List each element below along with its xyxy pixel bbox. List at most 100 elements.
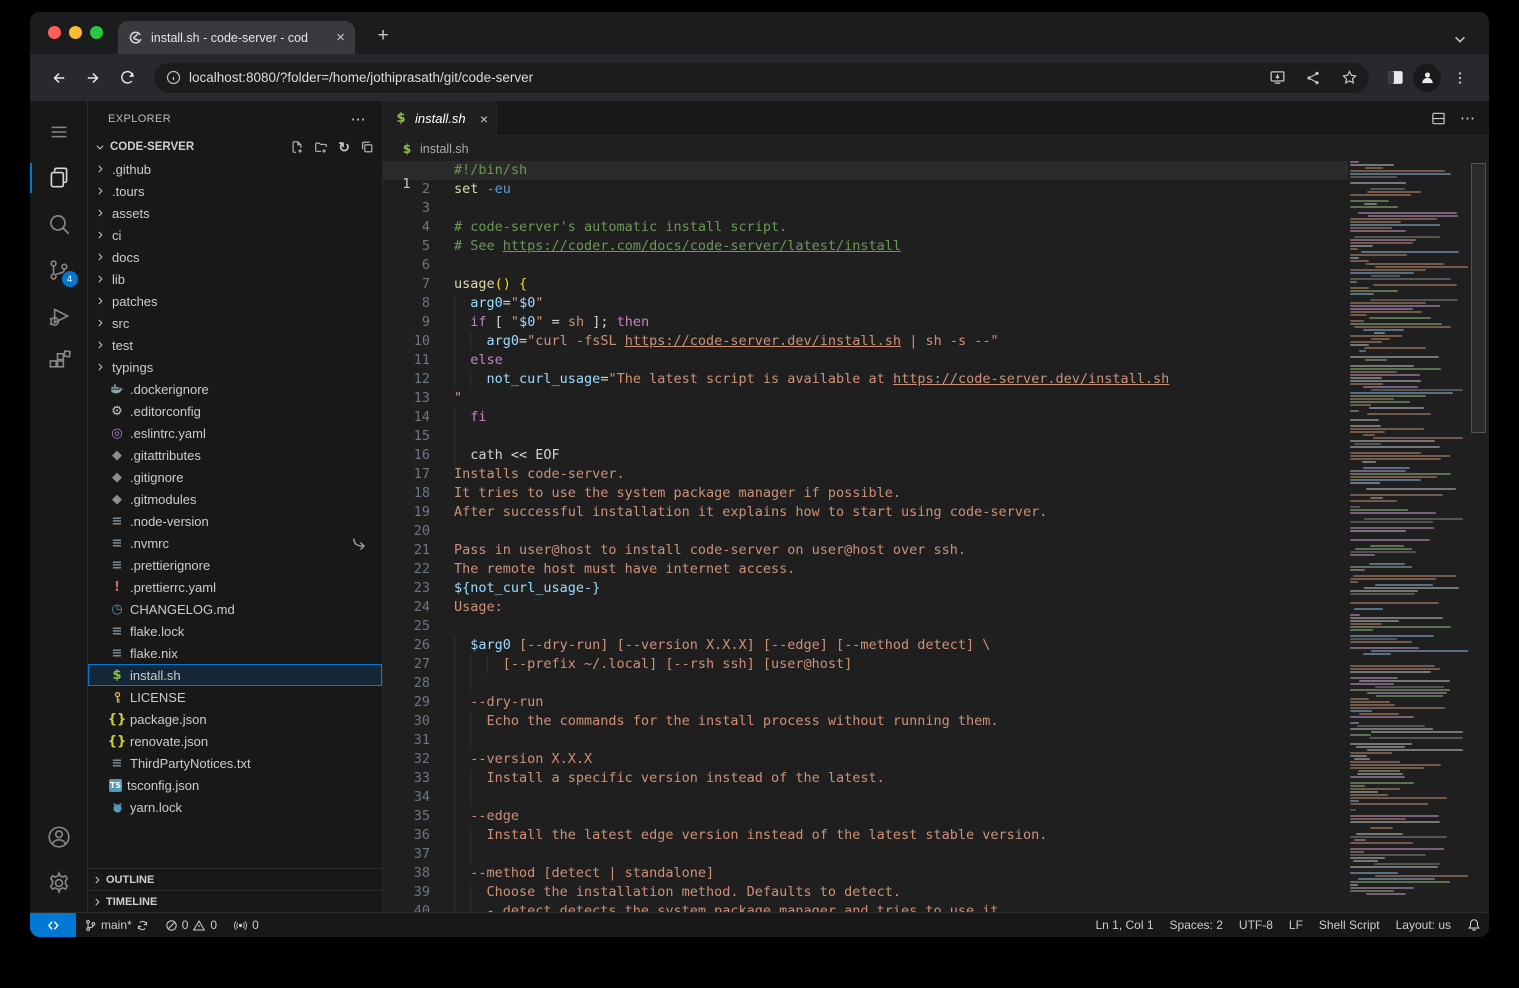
zoom-window-button[interactable]	[90, 26, 103, 39]
code-line-33[interactable]: 33 Install a specific version instead of…	[383, 769, 1348, 788]
notifications-bell-icon[interactable]	[1459, 913, 1489, 937]
tree-item-.editorconfig[interactable]: ⚙.editorconfig	[88, 400, 382, 422]
code-line-15[interactable]: 15	[383, 427, 1348, 446]
code-line-9[interactable]: 9 if [ "$0" = sh ]; then	[383, 313, 1348, 332]
encoding-status[interactable]: UTF-8	[1231, 913, 1281, 937]
cursor-position-status[interactable]: Ln 1, Col 1	[1087, 913, 1161, 937]
keyboard-layout-status[interactable]: Layout: us	[1388, 913, 1459, 937]
install-app-icon[interactable]	[1263, 64, 1291, 92]
explorer-more-icon[interactable]: ⋯	[351, 110, 366, 128]
source-control-activity-icon[interactable]: 4	[30, 247, 88, 293]
code-line-38[interactable]: 38 --method [detect | standalone]	[383, 864, 1348, 883]
tree-item-flake.lock[interactable]: ≡flake.lock	[88, 620, 382, 642]
tab-search-chevron-icon[interactable]	[1453, 32, 1467, 46]
code-line-7[interactable]: 7usage() {	[383, 275, 1348, 294]
settings-gear-icon[interactable]	[30, 860, 88, 906]
close-window-button[interactable]	[48, 26, 61, 39]
language-mode-status[interactable]: Shell Script	[1311, 913, 1388, 937]
code-line-28[interactable]: 28	[383, 674, 1348, 693]
code-line-21[interactable]: 21Pass in user@host to install code-serv…	[383, 541, 1348, 560]
code-line-8[interactable]: 8 arg0="$0"	[383, 294, 1348, 313]
code-line-25[interactable]: 25	[383, 617, 1348, 636]
code-line-6[interactable]: 6	[383, 256, 1348, 275]
tree-item-.gitignore[interactable]: ◆.gitignore	[88, 466, 382, 488]
code-line-18[interactable]: 18It tries to use the system package man…	[383, 484, 1348, 503]
code-line-23[interactable]: 23${not_curl_usage-}	[383, 579, 1348, 598]
address-bar[interactable]: localhost:8080/?folder=/home/jothiprasat…	[154, 63, 1369, 93]
browser-menu-kebab-icon[interactable]	[1445, 63, 1475, 93]
new-file-icon[interactable]	[290, 140, 304, 154]
code-line-27[interactable]: 27 [--prefix ~/.local] [--rsh ssh] [user…	[383, 655, 1348, 674]
tree-item-src[interactable]: src	[88, 312, 382, 334]
tree-item-typings[interactable]: typings	[88, 356, 382, 378]
tree-item-.dockerignore[interactable]: .dockerignore	[88, 378, 382, 400]
code-line-3[interactable]: 3	[383, 199, 1348, 218]
tree-item-yarn.lock[interactable]: yarn.lock	[88, 796, 382, 818]
tree-item-ci[interactable]: ci	[88, 224, 382, 246]
code-line-17[interactable]: 17Installs code-server.	[383, 465, 1348, 484]
explorer-activity-icon[interactable]	[30, 155, 88, 201]
code-line-35[interactable]: 35 --edge	[383, 807, 1348, 826]
tree-item-package.json[interactable]: {}package.json	[88, 708, 382, 730]
timeline-panel-header[interactable]: TIMELINE	[88, 890, 382, 912]
code-line-4[interactable]: 4# code-server's automatic install scrip…	[383, 218, 1348, 237]
search-activity-icon[interactable]	[30, 201, 88, 247]
browser-profile-avatar[interactable]	[1413, 64, 1441, 92]
code-line-22[interactable]: 22The remote host must have internet acc…	[383, 560, 1348, 579]
tree-item-.prettierrc.yaml[interactable]: !.prettierrc.yaml	[88, 576, 382, 598]
folder-section-header[interactable]: CODE-SERVER ↻	[88, 136, 382, 158]
tree-item-.github[interactable]: .github	[88, 158, 382, 180]
tree-item-.nvmrc[interactable]: ≡.nvmrc	[88, 532, 382, 554]
tree-item-tsconfig.json[interactable]: TStsconfig.json	[88, 774, 382, 796]
code-line-14[interactable]: 14 fi	[383, 408, 1348, 427]
tree-item-renovate.json[interactable]: {}renovate.json	[88, 730, 382, 752]
code-line-29[interactable]: 29 --dry-run	[383, 693, 1348, 712]
code-line-19[interactable]: 19After successful installation it expla…	[383, 503, 1348, 522]
eol-status[interactable]: LF	[1281, 913, 1311, 937]
tree-item-CHANGELOG.md[interactable]: ◷CHANGELOG.md	[88, 598, 382, 620]
code-line-39[interactable]: 39 Choose the installation method. Defau…	[383, 883, 1348, 902]
minimap[interactable]	[1348, 161, 1468, 912]
code-line-31[interactable]: 31	[383, 731, 1348, 750]
tree-item-install.sh[interactable]: $install.sh	[88, 664, 382, 686]
tree-item-.gitattributes[interactable]: ◆.gitattributes	[88, 444, 382, 466]
tree-item-docs[interactable]: docs	[88, 246, 382, 268]
tree-item-.eslintrc.yaml[interactable]: ◎.eslintrc.yaml	[88, 422, 382, 444]
extensions-activity-icon[interactable]	[30, 339, 88, 385]
code-line-26[interactable]: 26 $arg0 [--dry-run] [--version X.X.X] […	[383, 636, 1348, 655]
editor-tab-close-icon[interactable]: ×	[480, 111, 488, 127]
git-branch-status[interactable]: main*	[76, 913, 157, 937]
code-line-30[interactable]: 30 Echo the commands for the install pro…	[383, 712, 1348, 731]
code-line-20[interactable]: 20	[383, 522, 1348, 541]
new-folder-icon[interactable]	[314, 140, 328, 154]
tree-item-.gitmodules[interactable]: ◆.gitmodules	[88, 488, 382, 510]
editor-more-icon[interactable]: ⋯	[1460, 109, 1475, 127]
ports-status[interactable]: 0	[225, 913, 267, 937]
refresh-icon[interactable]: ↻	[338, 139, 350, 156]
url-text[interactable]: localhost:8080/?folder=/home/jothiprasat…	[189, 70, 1255, 85]
back-button[interactable]	[44, 63, 74, 93]
code-line-24[interactable]: 24Usage:	[383, 598, 1348, 617]
code-line-32[interactable]: 32 --version X.X.X	[383, 750, 1348, 769]
side-panel-icon[interactable]	[1381, 64, 1409, 92]
menu-icon[interactable]	[30, 109, 88, 155]
run-debug-activity-icon[interactable]	[30, 293, 88, 339]
editor-scrollbar[interactable]	[1468, 161, 1489, 912]
tree-item-assets[interactable]: assets	[88, 202, 382, 224]
code-line-12[interactable]: 12 not_curl_usage="The latest script is …	[383, 370, 1348, 389]
share-icon[interactable]	[1299, 64, 1327, 92]
code-line-13[interactable]: 13"	[383, 389, 1348, 408]
code-line-5[interactable]: 5# See https://coder.com/docs/code-serve…	[383, 237, 1348, 256]
tree-item-test[interactable]: test	[88, 334, 382, 356]
tree-item-patches[interactable]: patches	[88, 290, 382, 312]
forward-button[interactable]	[78, 63, 108, 93]
minimize-window-button[interactable]	[69, 26, 82, 39]
bookmark-star-icon[interactable]	[1335, 64, 1363, 92]
code-line-36[interactable]: 36 Install the latest edge version inste…	[383, 826, 1348, 845]
tree-item-lib[interactable]: lib	[88, 268, 382, 290]
indentation-status[interactable]: Spaces: 2	[1162, 913, 1231, 937]
tree-item-.prettierignore[interactable]: ≡.prettierignore	[88, 554, 382, 576]
code-line-16[interactable]: 16 cath << EOF	[383, 446, 1348, 465]
breadcrumb[interactable]: $ install.sh	[383, 136, 1489, 161]
site-info-icon[interactable]	[166, 70, 181, 85]
